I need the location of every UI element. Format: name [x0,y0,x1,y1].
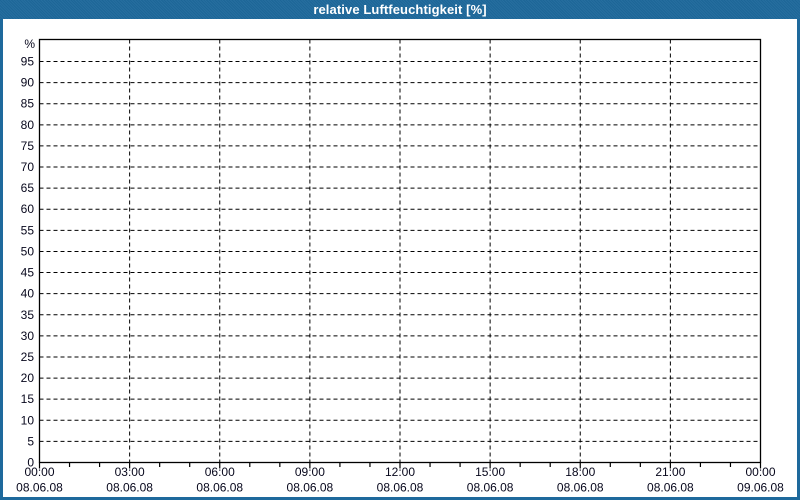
y-tick-label: 75 [21,139,35,153]
y-tick-label: 15 [21,392,35,406]
x-tick-date-label: 08.06.08 [106,481,153,495]
x-tick-time-label: 12:00 [385,465,415,479]
y-tick-label: 30 [21,329,35,343]
x-tick-date-label: 08.06.08 [377,481,424,495]
y-tick-label: 45 [21,266,35,280]
y-tick-label: 25 [21,350,35,364]
y-tick-label: 90 [21,76,35,90]
y-tick-label: 5 [27,434,34,448]
x-tick-time-label: 06:00 [205,465,235,479]
y-tick-label: 55 [21,223,35,237]
y-tick-label: 40 [21,287,35,301]
x-tick-date-label: 08.06.08 [16,481,63,495]
y-tick-label: 60 [21,202,35,216]
x-tick-date-label: 08.06.08 [287,481,334,495]
y-tick-label: 85 [21,97,35,111]
title-bar: relative Luftfeuchtigkeit [%] [0,0,800,19]
x-tick-time-label: 18:00 [565,465,595,479]
y-tick-label: 70 [21,160,35,174]
chart-window: 05101520253035404550556065707580859095%0… [0,0,800,500]
chart-canvas: 05101520253035404550556065707580859095%0… [0,0,800,500]
x-tick-date-label: 09.06.08 [737,481,784,495]
x-tick-date-label: 08.06.08 [557,481,604,495]
x-tick-date-label: 08.06.08 [467,481,514,495]
y-tick-label: 10 [21,413,35,427]
x-tick-date-label: 08.06.08 [647,481,694,495]
x-tick-time-label: 15:00 [475,465,505,479]
y-tick-label: 80 [21,118,35,132]
y-tick-label: 95 [21,55,35,69]
y-tick-label: 65 [21,181,35,195]
chart-title: relative Luftfeuchtigkeit [%] [313,0,486,19]
x-tick-time-label: 09:00 [295,465,325,479]
x-tick-time-label: 00:00 [24,465,54,479]
y-tick-label: 50 [21,244,35,258]
x-tick-time-label: 03:00 [115,465,145,479]
y-tick-label: 35 [21,308,35,322]
x-tick-time-label: 21:00 [655,465,685,479]
x-tick-date-label: 08.06.08 [196,481,243,495]
x-tick-time-label: 00:00 [745,465,775,479]
y-tick-label: 20 [21,371,35,385]
y-axis-unit-label: % [24,37,35,51]
